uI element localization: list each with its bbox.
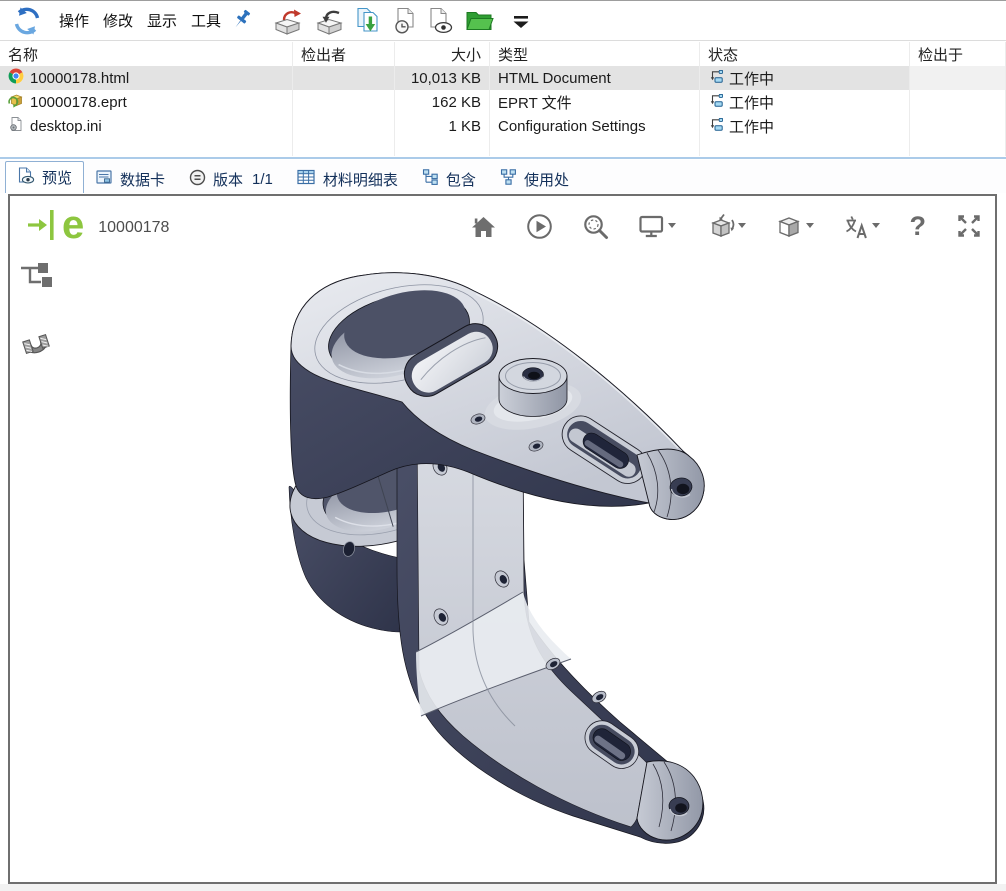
- chevron-down-icon: [668, 223, 676, 229]
- checked-out-by-cell: [293, 90, 395, 114]
- home-icon[interactable]: [470, 214, 497, 239]
- where-used-tree-icon: [500, 169, 517, 189]
- bom-table-icon: [297, 169, 316, 189]
- menu-tools[interactable]: 工具: [187, 7, 225, 34]
- file-type: EPRT 文件: [490, 90, 700, 114]
- tab-label: 材料明细表: [323, 169, 398, 190]
- tab-data-card[interactable]: 数据卡: [84, 164, 177, 193]
- fullscreen-icon[interactable]: [955, 212, 983, 240]
- chevron-down-icon: [806, 223, 814, 229]
- file-list-header: 名称 检出者 大小 类型 状态 检出于: [0, 42, 1006, 66]
- tab-bom[interactable]: 材料明细表: [285, 164, 410, 193]
- tab-preview[interactable]: 预览: [5, 161, 84, 193]
- pin-icon[interactable]: [225, 4, 259, 38]
- preview-document-icon[interactable]: [422, 4, 459, 38]
- menu-modify[interactable]: 修改: [99, 7, 137, 34]
- preview-tab-icon: [17, 167, 35, 188]
- file-name: desktop.ini: [30, 118, 102, 135]
- file-size: 162 KB: [395, 90, 490, 114]
- checked-out-by-cell: [293, 114, 395, 138]
- menu-display[interactable]: 显示: [143, 7, 181, 34]
- status-text: 工作中: [729, 116, 774, 137]
- model-title: 10000178: [98, 219, 169, 237]
- column-header-size[interactable]: 大小: [395, 42, 490, 66]
- cad-model-3d-view[interactable]: [10, 196, 995, 882]
- language-icon[interactable]: [843, 214, 880, 239]
- chevron-down-icon: [738, 223, 746, 229]
- get-latest-version-icon[interactable]: [351, 4, 387, 38]
- play-animation-icon[interactable]: [526, 213, 553, 240]
- zoom-fit-icon[interactable]: [582, 213, 609, 240]
- table-row[interactable]: desktop.ini 1 KB Configuration Settings …: [0, 114, 1006, 138]
- panel-separator: [0, 157, 1006, 159]
- column-header-name[interactable]: 名称: [0, 42, 293, 66]
- section-view-icon[interactable]: [17, 325, 55, 368]
- workflow-state-icon: [708, 70, 723, 87]
- help-icon[interactable]: ?: [909, 213, 926, 240]
- file-name: 10000178.eprt: [30, 94, 127, 111]
- view-orientation-icon[interactable]: [775, 213, 814, 240]
- edrawings-brand: e 10000178: [26, 208, 169, 247]
- version-icon: [189, 169, 206, 190]
- tab-label: 使用处: [524, 169, 569, 190]
- table-row[interactable]: 10000178.eprt 162 KB EPRT 文件 工作中: [0, 90, 1006, 114]
- more-options-icon[interactable]: [507, 4, 535, 38]
- tab-version[interactable]: 版本 1/1: [177, 164, 285, 193]
- checked-out-in-cell: [910, 114, 1006, 138]
- file-list: 名称 检出者 大小 类型 状态 检出于 100001: [0, 42, 1006, 156]
- file-type: HTML Document: [490, 66, 700, 90]
- column-header-checked-out-in[interactable]: 检出于: [910, 42, 1006, 66]
- checked-out-in-cell: [910, 90, 1006, 114]
- checked-out-by-cell: [293, 66, 395, 90]
- tab-label: 数据卡: [120, 169, 165, 190]
- workflow-state-icon: [708, 118, 723, 135]
- status-text: 工作中: [729, 92, 774, 113]
- tab-label: 预览: [42, 167, 72, 188]
- data-card-icon: [96, 169, 113, 189]
- edrawings-logo-letter: e: [62, 208, 84, 242]
- edrawings-part-icon: [8, 92, 24, 112]
- tab-contains[interactable]: 包含: [410, 164, 488, 193]
- checked-out-in-cell: [910, 66, 1006, 90]
- tab-where-used[interactable]: 使用处: [488, 164, 581, 193]
- tab-label: 版本: [213, 169, 243, 190]
- chevron-down-icon: [872, 223, 880, 229]
- ini-file-icon: [8, 116, 24, 136]
- window-bottom-strip: [0, 884, 1006, 891]
- file-list-empty-area: [0, 138, 1006, 156]
- tab-label: 包含: [446, 169, 476, 190]
- workflow-state-icon: [708, 94, 723, 111]
- file-size: 1 KB: [395, 114, 490, 138]
- file-name: 10000178.html: [30, 70, 129, 87]
- version-history-icon[interactable]: [387, 4, 422, 38]
- open-folder-icon[interactable]: [459, 4, 499, 38]
- file-type: Configuration Settings: [490, 114, 700, 138]
- components-tree-icon[interactable]: [17, 260, 55, 299]
- viewer-toolbar: ?: [470, 212, 983, 240]
- file-size: 10,013 KB: [395, 66, 490, 90]
- check-in-icon[interactable]: [309, 4, 351, 38]
- sync-logo-icon[interactable]: [7, 4, 47, 38]
- status-text: 工作中: [729, 68, 774, 89]
- rotate-view-icon[interactable]: [705, 213, 746, 240]
- contains-tree-icon: [422, 169, 439, 189]
- check-out-icon[interactable]: [267, 4, 309, 38]
- preview-tabbar: 预览 数据卡 版本 1/1: [0, 160, 1006, 193]
- column-header-status[interactable]: 状态: [700, 42, 910, 66]
- display-mode-icon[interactable]: [638, 213, 676, 240]
- table-row[interactable]: 10000178.html 10,013 KB HTML Document 工作…: [0, 66, 1006, 90]
- version-value: 1/1: [252, 171, 273, 188]
- preview-pane: e 10000178: [8, 194, 997, 884]
- chrome-icon: [8, 68, 24, 88]
- menu-bar: 操作 修改 显示 工具: [55, 7, 225, 34]
- column-header-checked-out-by[interactable]: 检出者: [293, 42, 395, 66]
- edrawings-arrow-icon: [26, 208, 56, 247]
- viewer-side-tools: [17, 260, 55, 368]
- column-header-type[interactable]: 类型: [490, 42, 700, 66]
- main-toolbar: 操作 修改 显示 工具: [0, 0, 1006, 41]
- menu-operate[interactable]: 操作: [55, 7, 93, 34]
